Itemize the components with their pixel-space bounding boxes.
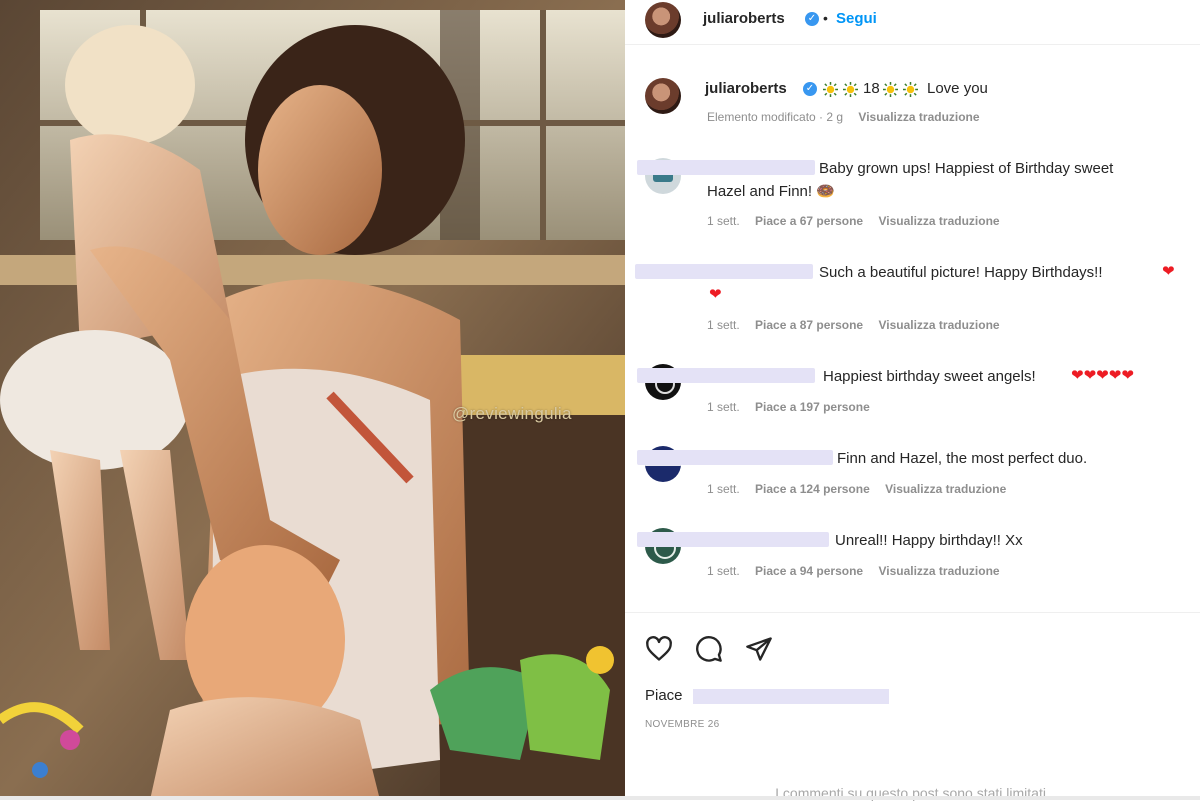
comment-meta: 1 sett. Piace a 124 persone Visualizza t… [707, 482, 1018, 496]
comment-text: Finn and Hazel, the most perfect duo. [837, 450, 1088, 467]
comment-meta: 1 sett. Piace a 87 persone Visualizza tr… [707, 318, 1012, 332]
bottom-border [0, 796, 1200, 800]
hearts-emoji-group: ❤❤❤❤❤ [1071, 366, 1134, 385]
comment-likes-link[interactable]: Piace a 67 persone [755, 214, 863, 228]
likes-prefix: Piace [645, 687, 683, 704]
avatar[interactable] [645, 2, 681, 38]
caption-meta: Elemento modificato · 2 g Visualizza tra… [707, 110, 992, 124]
comment-time: 1 sett. [707, 318, 740, 332]
comment-likes-link[interactable]: Piace a 87 persone [755, 318, 863, 332]
comment-time: 1 sett. [707, 482, 740, 496]
heart-emoji-icon: ❤ [709, 286, 722, 303]
caption-number: 18 [863, 80, 880, 97]
comment-likes-link[interactable]: Piace a 197 persone [755, 400, 870, 414]
comment-likes-link[interactable]: Piace a 94 persone [755, 564, 863, 578]
likes-summary: Piace [645, 687, 889, 704]
see-translation-link[interactable]: Visualizza traduzione [878, 564, 999, 578]
redacted-username [637, 450, 833, 465]
post-date[interactable]: NOVEMBRE 26 [645, 719, 719, 730]
heart-emoji-icon: ❤ [1108, 367, 1122, 384]
heart-outline-icon[interactable] [645, 635, 673, 663]
comment-text: Unreal!! Happy birthday!! Xx [835, 532, 1023, 549]
sun-emoji-icon [883, 82, 898, 97]
see-translation-link[interactable]: Visualizza traduzione [878, 214, 999, 228]
comment-time: 1 sett. [707, 564, 740, 578]
follow-button[interactable]: Segui [836, 10, 877, 27]
comment-likes-link[interactable]: Piace a 124 persone [755, 482, 870, 496]
verified-badge-icon: ✓ [803, 82, 817, 96]
heart-emoji-icon: ❤ [1162, 263, 1175, 280]
heart-emoji-icon: ❤ [1096, 367, 1109, 384]
see-translation-link[interactable]: Visualizza traduzione [885, 482, 1006, 496]
comment-text: Such a beautiful picture! Happy Birthday… [819, 264, 1103, 281]
verified-badge-icon: ✓ [805, 12, 819, 26]
comments-list[interactable]: juliaroberts ✓ 18 Love you Elemento modi… [625, 66, 1200, 611]
post-photo-illustration [0, 0, 625, 800]
see-translation-link[interactable]: Visualizza traduzione [878, 318, 999, 332]
comment-text: Baby grown ups! Happiest of Birthday swe… [819, 160, 1114, 177]
paper-plane-icon[interactable] [745, 635, 773, 663]
comment-time: 1 sett. [707, 214, 740, 228]
caption-text: Love you [927, 80, 988, 97]
comment-time: 1 sett. [707, 400, 740, 414]
comment-text: Happiest birthday sweet angels! [823, 368, 1036, 385]
caption-time: Elemento modificato · 2 g [707, 110, 844, 124]
post-actions: Piace NOVEMBRE 26 I commenti su questo p… [625, 612, 1200, 801]
sun-emoji-icon [823, 82, 838, 97]
post-photo: @reviewingulia [0, 0, 625, 800]
redacted-username [635, 264, 813, 279]
heart-emoji-icon: ❤ [1071, 367, 1084, 384]
heart-emoji-icon: ❤ [1121, 367, 1134, 384]
post-side-panel: juliaroberts ✓ • Segui juliaroberts ✓ 18… [625, 0, 1200, 801]
redacted-username [637, 368, 815, 383]
comment-text-continued: Hazel and Finn! 🍩 [707, 183, 835, 200]
see-translation-link[interactable]: Visualizza traduzione [858, 110, 979, 124]
post-header: juliaroberts ✓ • Segui [625, 0, 1200, 45]
comment-bubble-icon[interactable] [695, 635, 723, 663]
photo-watermark: @reviewingulia [452, 404, 572, 423]
header-username[interactable]: juliaroberts [703, 10, 785, 27]
redacted-likers [692, 688, 889, 704]
comment-meta: 1 sett. Piace a 67 persone Visualizza tr… [707, 214, 1012, 228]
sun-emoji-icon [843, 82, 858, 97]
comment-meta: 1 sett. Piace a 197 persone [707, 400, 882, 414]
caption-username[interactable]: juliaroberts [705, 80, 787, 97]
sun-emoji-icon [903, 82, 918, 97]
comment-meta: 1 sett. Piace a 94 persone Visualizza tr… [707, 564, 1012, 578]
redacted-username [637, 160, 815, 175]
avatar[interactable] [645, 78, 681, 114]
separator-dot: • [823, 10, 828, 26]
redacted-username [637, 532, 829, 547]
heart-emoji-icon: ❤ [1083, 367, 1097, 384]
